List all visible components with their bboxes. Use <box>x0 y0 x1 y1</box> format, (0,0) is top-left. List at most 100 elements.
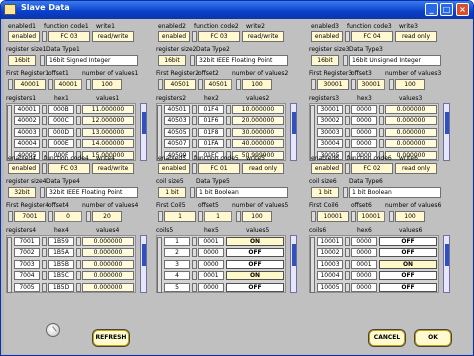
value-arrows[interactable] <box>76 116 81 126</box>
function-code-select[interactable]: FC 03 <box>198 31 240 42</box>
function-code-select[interactable]: FC 02 <box>351 163 393 174</box>
first-register-arrows[interactable] <box>311 79 316 90</box>
data-type-ring-arrows[interactable] <box>190 55 195 66</box>
maximize-button[interactable]: □ <box>440 3 453 16</box>
value-toggle[interactable]: OFF <box>226 248 284 258</box>
first-register-arrows[interactable] <box>158 79 163 90</box>
value-arrows[interactable] <box>226 127 231 137</box>
enabled-toggle[interactable]: enabled <box>8 163 40 174</box>
value-arrows[interactable] <box>76 282 81 292</box>
scrollbar-thumb[interactable] <box>142 244 146 266</box>
register-size-select[interactable]: 16bit <box>8 55 36 66</box>
offset-arrows[interactable] <box>198 211 203 222</box>
number-of-values-input[interactable]: 100 <box>242 79 272 90</box>
table-value[interactable]: 10.000000 <box>232 105 284 114</box>
data-type-select[interactable]: 16bit Unsigned Integer <box>349 55 441 66</box>
offset-arrows[interactable] <box>351 79 356 90</box>
register-size-select[interactable]: 32bit <box>8 187 36 198</box>
hex-arrows[interactable] <box>192 127 197 137</box>
value-toggle[interactable]: OFF <box>379 248 437 258</box>
hex-arrows[interactable] <box>345 116 350 126</box>
hex-arrows[interactable] <box>345 282 350 292</box>
ok-button[interactable]: OK <box>414 329 452 347</box>
scrollbar-thumb[interactable] <box>142 112 146 134</box>
fc-ring-arrows[interactable] <box>42 163 47 174</box>
hex-arrows[interactable] <box>192 248 197 258</box>
first-register-arrows[interactable] <box>8 79 13 90</box>
table-value[interactable]: 0.000000 <box>385 116 437 126</box>
data-type-ring-arrows[interactable] <box>40 187 45 198</box>
fc-ring-arrows[interactable] <box>42 31 47 42</box>
value-arrows[interactable] <box>76 248 81 258</box>
write-mode-toggle[interactable]: read only <box>395 31 437 42</box>
data-type-select[interactable]: 1 bit Boolean <box>196 187 288 198</box>
hex-arrows[interactable] <box>345 105 350 114</box>
table-value[interactable]: 0.000000 <box>82 271 134 281</box>
value-toggle[interactable]: OFF <box>226 282 284 292</box>
number-of-values-arrows[interactable] <box>86 79 91 90</box>
value-arrows[interactable] <box>76 259 81 269</box>
hex-arrows[interactable] <box>192 139 197 149</box>
index-arrows[interactable] <box>157 237 162 293</box>
enabled-toggle[interactable]: enabled <box>158 163 190 174</box>
table-value[interactable]: 0.000000 <box>82 248 134 258</box>
minimize-button[interactable]: _ <box>425 3 438 16</box>
data-type-ring-arrows[interactable] <box>190 187 195 198</box>
hex-arrows[interactable] <box>42 282 47 292</box>
table-value[interactable]: 0.000000 <box>82 259 134 269</box>
cancel-button[interactable]: CANCEL <box>368 329 406 347</box>
first-register-input[interactable]: 1 <box>164 211 196 222</box>
table-scrollbar[interactable] <box>140 103 147 161</box>
table-value[interactable]: 14.000000 <box>82 139 134 149</box>
data-type-select[interactable]: 16bit Signed Integer <box>46 55 138 66</box>
function-code-select[interactable]: FC 04 <box>351 31 393 42</box>
data-type-ring-arrows[interactable] <box>343 55 348 66</box>
function-code-select[interactable]: FC 03 <box>48 31 90 42</box>
index-arrows[interactable] <box>310 105 315 161</box>
value-arrows[interactable] <box>379 105 384 114</box>
hex-arrows[interactable] <box>42 248 47 258</box>
offset-arrows[interactable] <box>351 211 356 222</box>
hex-arrows[interactable] <box>42 116 47 126</box>
hex-arrows[interactable] <box>345 139 350 149</box>
hex-arrows[interactable] <box>42 271 47 281</box>
enabled-toggle[interactable]: enabled <box>8 31 40 42</box>
fc-ring-arrows[interactable] <box>192 163 197 174</box>
number-of-values-arrows[interactable] <box>236 79 241 90</box>
value-arrows[interactable] <box>226 105 231 114</box>
value-toggle[interactable]: ON <box>379 259 437 269</box>
hex-arrows[interactable] <box>192 237 197 246</box>
fc-ring-arrows[interactable] <box>345 163 350 174</box>
value-toggle[interactable]: ON <box>226 237 284 246</box>
table-value[interactable]: 0.000000 <box>385 139 437 149</box>
first-register-input[interactable]: 30001 <box>317 79 349 90</box>
data-type-ring-arrows[interactable] <box>343 187 348 198</box>
hex-arrows[interactable] <box>345 259 350 269</box>
value-toggle[interactable]: OFF <box>379 237 437 246</box>
value-arrows[interactable] <box>76 127 81 137</box>
index-arrows[interactable] <box>7 105 12 161</box>
number-of-values-arrows[interactable] <box>236 211 241 222</box>
hex-arrows[interactable] <box>42 139 47 149</box>
offset-arrows[interactable] <box>48 211 53 222</box>
first-register-arrows[interactable] <box>158 211 163 222</box>
table-scrollbar[interactable] <box>443 235 450 293</box>
number-of-values-input[interactable]: 100 <box>242 211 272 222</box>
write-mode-toggle[interactable]: read/write <box>242 31 284 42</box>
hex-arrows[interactable] <box>192 259 197 269</box>
function-code-select[interactable]: FC 01 <box>198 163 240 174</box>
write-mode-toggle[interactable]: read/write <box>92 31 134 42</box>
fc-ring-arrows[interactable] <box>192 31 197 42</box>
write-mode-toggle[interactable]: read only <box>395 163 437 174</box>
number-of-values-arrows[interactable] <box>86 211 91 222</box>
offset-arrows[interactable] <box>198 79 203 90</box>
hex-arrows[interactable] <box>345 237 350 246</box>
write-mode-toggle[interactable]: read/write <box>92 163 134 174</box>
fc-ring-arrows[interactable] <box>345 31 350 42</box>
value-arrows[interactable] <box>379 127 384 137</box>
table-value[interactable]: 20.000000 <box>232 116 284 126</box>
value-arrows[interactable] <box>226 139 231 149</box>
refresh-button[interactable]: REFRESH <box>92 329 130 347</box>
table-scrollbar[interactable] <box>290 103 297 161</box>
table-value[interactable]: 12.000000 <box>82 116 134 126</box>
